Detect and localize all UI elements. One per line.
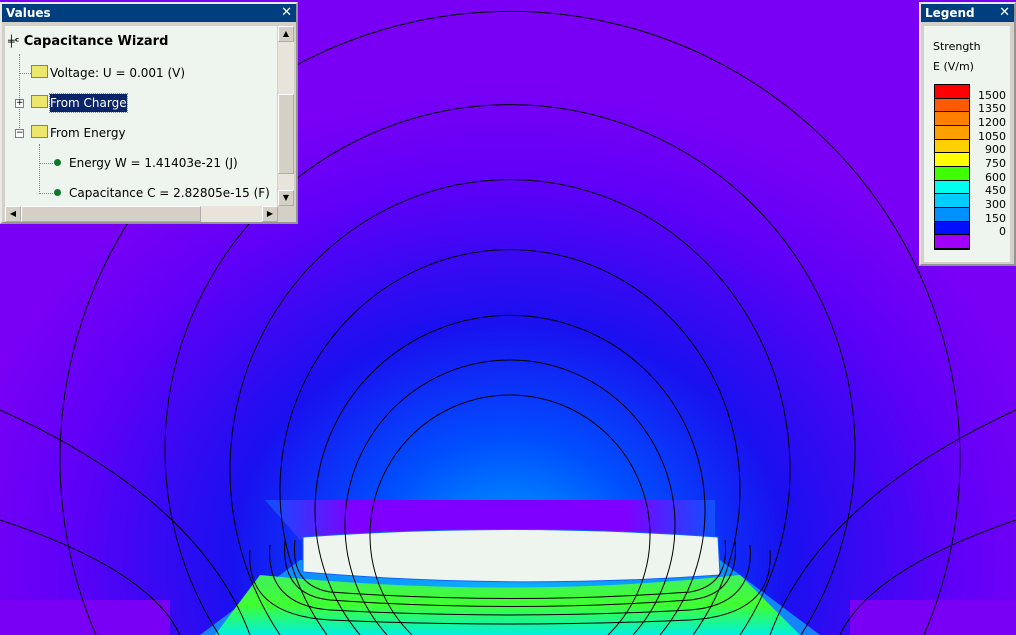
color-swatch [935, 180, 969, 195]
legend-tick-label: 1500 [978, 88, 1006, 102]
scroll-thumb-h[interactable] [21, 206, 201, 222]
folder-open-icon [31, 125, 48, 138]
close-icon[interactable]: ✕ [999, 4, 1010, 22]
legend-tick-label: 450 [985, 184, 1006, 198]
color-swatch [935, 167, 969, 181]
values-tree[interactable]: ╪ᶜ Capacitance Wizard Voltage: U = 0.001… [5, 26, 277, 206]
legend-tick-label: 1200 [978, 116, 1006, 129]
tree-item-from-charge[interactable]: From Charge [31, 93, 128, 113]
expand-icon[interactable]: + [15, 99, 24, 108]
legend-tick-label: 300 [985, 198, 1006, 211]
scroll-thumb[interactable] [278, 94, 294, 174]
legend-tick-label: 150 [985, 211, 1006, 225]
tree-item-capacitance[interactable]: Capacitance C = 2.82805e-15 (F) [54, 183, 270, 203]
legend-tick-label: 750 [985, 157, 1006, 170]
legend-tick-label: 600 [985, 170, 1006, 184]
color-swatch [935, 208, 969, 222]
scroll-up-icon[interactable]: ▲ [278, 26, 294, 42]
legend-tick-label: 0 [999, 225, 1006, 239]
tree-item-from-energy[interactable]: From Energy [31, 123, 126, 143]
scroll-right-icon[interactable]: ▶ [262, 206, 278, 222]
dot-icon [54, 159, 61, 166]
folder-icon [31, 95, 48, 108]
close-icon[interactable]: ✕ [281, 4, 292, 22]
color-swatch [935, 112, 969, 126]
values-titlebar[interactable]: Values ✕ [2, 4, 296, 22]
legend-quantity: Strength [933, 40, 981, 53]
color-swatch [935, 126, 969, 140]
horizontal-scrollbar[interactable]: ◀ ▶ [5, 206, 278, 222]
legend-tick-label: 1050 [978, 129, 1006, 143]
capacitor-icon: ╪ᶜ [8, 35, 20, 48]
color-scale [934, 84, 970, 250]
legend-tick-label: 1350 [978, 102, 1006, 116]
legend-unit: E (V/m) [933, 60, 974, 73]
collapse-icon[interactable]: − [15, 129, 24, 138]
scroll-left-icon[interactable]: ◀ [5, 206, 21, 222]
color-swatch [935, 235, 969, 249]
scroll-down-icon[interactable]: ▼ [278, 190, 294, 206]
color-swatch [935, 98, 969, 113]
vertical-scrollbar[interactable]: ▲ ▼ [278, 26, 294, 206]
folder-icon [31, 65, 48, 78]
color-swatch [935, 153, 969, 167]
tree-item-energy[interactable]: Energy W = 1.41403e-21 (J) [54, 153, 238, 173]
values-title: Values [6, 6, 51, 20]
legend-panel: Legend ✕ Strength E (V/m) 1500 1350 1200 10… [919, 2, 1016, 266]
dot-icon [54, 189, 61, 196]
legend-tick-label: 900 [985, 143, 1006, 157]
color-swatch [935, 194, 969, 208]
legend-title: Legend [925, 6, 975, 20]
color-swatch [935, 85, 969, 99]
legend-titlebar[interactable]: Legend ✕ [921, 4, 1014, 22]
color-swatch [935, 221, 969, 236]
conductor-plate [302, 529, 721, 583]
tree-root[interactable]: ╪ᶜ Capacitance Wizard [8, 32, 168, 52]
tree-item-voltage[interactable]: Voltage: U = 0.001 (V) [31, 63, 185, 83]
values-panel: Values ✕ ╪ᶜ Capacitance Wizard Voltage: … [0, 2, 298, 224]
color-swatch [935, 139, 969, 154]
